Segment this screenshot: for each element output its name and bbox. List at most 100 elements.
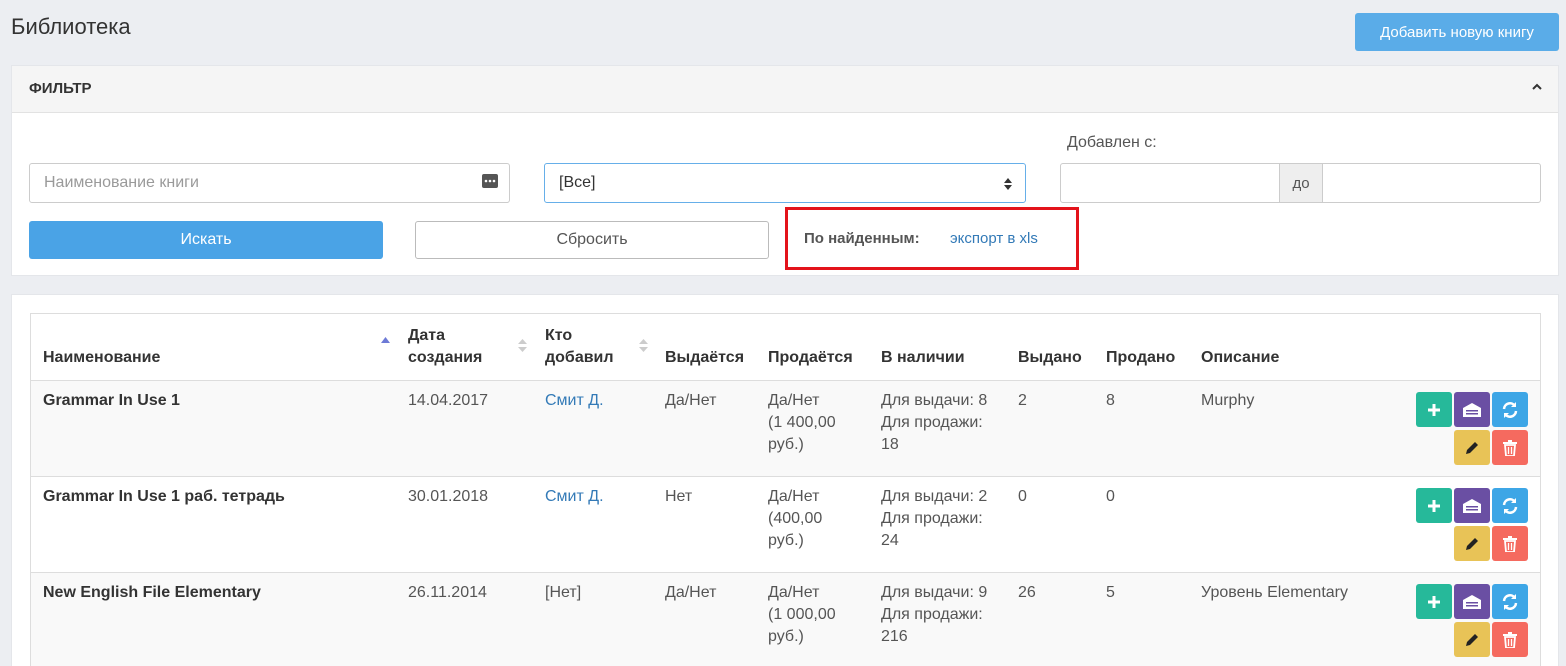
date-from-input[interactable]: [1060, 163, 1280, 203]
table-row: New English File Elementary 26.11.2014 […: [31, 573, 1540, 666]
export-highlight-box: По найденным: экспорт в xls: [785, 207, 1079, 270]
trash-icon: [1503, 535, 1517, 552]
archive-icon: [1463, 594, 1481, 609]
filter-header[interactable]: ФИЛЬТР: [12, 66, 1558, 113]
cell-sold-flag-line1: Да/Нет: [768, 488, 820, 505]
delete-button[interactable]: [1492, 622, 1528, 657]
cell-in-stock-line3: 24: [881, 532, 899, 549]
cell-added-by-link[interactable]: Смит Д.: [545, 486, 604, 508]
plus-icon: [1428, 499, 1440, 512]
refresh-button[interactable]: [1492, 392, 1528, 427]
refresh-icon: [1502, 497, 1518, 514]
col-description: Описание: [1201, 349, 1280, 366]
cell-in-stock: Для выдачи: 2 Для продажи: 24: [881, 486, 987, 552]
add-copy-button[interactable]: [1416, 392, 1452, 427]
refresh-icon: [1502, 401, 1518, 418]
plus-icon: [1428, 403, 1440, 416]
refresh-icon: [1502, 593, 1518, 610]
export-label: По найденным:: [804, 230, 920, 247]
refresh-button[interactable]: [1492, 488, 1528, 523]
add-copy-button[interactable]: [1416, 584, 1452, 619]
date-to-input[interactable]: [1322, 163, 1541, 203]
archive-button[interactable]: [1454, 392, 1490, 427]
pencil-icon: [1466, 537, 1478, 550]
book-name-input[interactable]: [29, 163, 510, 203]
cell-sold: 8: [1106, 392, 1115, 409]
cell-sold-flag-line3: руб.): [768, 628, 804, 645]
cell-description: Уровень Elementary: [1201, 584, 1348, 601]
edit-button[interactable]: [1454, 430, 1490, 465]
refresh-button[interactable]: [1492, 584, 1528, 619]
cell-sold-flag: Да/Нет (400,00 руб.): [768, 486, 822, 552]
search-button[interactable]: Искать: [29, 221, 383, 259]
sort-both-icon[interactable]: [639, 338, 648, 353]
cell-date: 26.11.2014: [408, 584, 487, 601]
col-issued-flag: Выдаётся: [665, 349, 745, 366]
add-copy-button[interactable]: [1416, 488, 1452, 523]
col-date-line2: создания: [408, 349, 483, 366]
date-separator: до: [1279, 163, 1323, 203]
cell-description: Murphy: [1201, 392, 1255, 409]
category-select[interactable]: [Все]: [544, 163, 1026, 203]
cell-sold-flag-line3: руб.): [768, 532, 804, 549]
cell-in-stock-line3: 216: [881, 628, 908, 645]
sort-arrows-icon: [1004, 178, 1012, 190]
cell-date: 14.04.2017: [408, 392, 489, 409]
cell-sold-flag-line2: (400,00: [768, 510, 823, 527]
cell-added-by: [Нет]: [545, 584, 582, 601]
cell-sold-flag-line3: руб.): [768, 436, 804, 453]
col-sold: Продано: [1106, 349, 1176, 366]
cell-name: New English File Elementary: [43, 584, 261, 601]
table-row: Grammar In Use 1 раб. тетрадь 30.01.2018…: [31, 477, 1540, 573]
sort-asc-icon[interactable]: [381, 336, 390, 351]
col-added-by[interactable]: Кто добавил: [545, 325, 614, 369]
col-date-line1: Дата: [408, 327, 446, 344]
cell-sold-flag-line2: (1 400,00: [768, 414, 836, 431]
edit-button[interactable]: [1454, 622, 1490, 657]
cell-in-stock-line2: Для продажи:: [881, 414, 983, 431]
sort-both-icon[interactable]: [518, 338, 527, 353]
cell-added-by-link[interactable]: Смит Д.: [545, 390, 604, 412]
col-added-by-line1: Кто: [545, 327, 573, 344]
delete-button[interactable]: [1492, 430, 1528, 465]
cell-sold-flag: Да/Нет (1 000,00 руб.): [768, 582, 836, 648]
page-title: Библиотека: [11, 14, 131, 39]
add-book-button[interactable]: Добавить новую книгу: [1355, 13, 1559, 51]
cell-sold: 5: [1106, 584, 1115, 601]
delete-button[interactable]: [1492, 526, 1528, 561]
category-select-value: [Все]: [559, 174, 596, 191]
cell-sold: 0: [1106, 488, 1115, 505]
plus-icon: [1428, 595, 1440, 608]
chevron-up-icon[interactable]: [1530, 80, 1544, 94]
col-in-stock: В наличии: [881, 349, 965, 366]
pencil-icon: [1466, 633, 1478, 646]
cell-issued-flag: Да/Нет: [665, 584, 717, 601]
col-name[interactable]: Наименование: [43, 347, 160, 369]
col-issued: Выдано: [1018, 349, 1082, 366]
cell-issued: 0: [1018, 488, 1027, 505]
archive-button[interactable]: [1454, 584, 1490, 619]
cell-in-stock-line1: Для выдачи: 9: [881, 584, 988, 601]
cell-in-stock-line1: Для выдачи: 2: [881, 488, 988, 505]
cell-issued: 2: [1018, 392, 1027, 409]
reset-button[interactable]: Сбросить: [415, 221, 769, 259]
cell-issued-flag: Нет: [665, 488, 693, 505]
date-added-label: Добавлен с:: [1067, 134, 1157, 151]
export-xls-link[interactable]: экспорт в xls: [950, 230, 1038, 247]
archive-icon: [1463, 402, 1481, 417]
edit-button[interactable]: [1454, 526, 1490, 561]
filter-panel: ФИЛЬТР [Все] Добавлен с: до Искать Сброс…: [11, 65, 1559, 276]
cell-in-stock: Для выдачи: 9 Для продажи: 216: [881, 582, 987, 648]
archive-button[interactable]: [1454, 488, 1490, 523]
cell-date: 30.01.2018: [408, 488, 489, 505]
trash-icon: [1503, 631, 1517, 648]
books-table: Наименование Дата создания Кто добавил В…: [30, 313, 1541, 666]
cell-in-stock: Для выдачи: 8 Для продажи: 18: [881, 390, 987, 456]
cell-name: Grammar In Use 1: [43, 392, 180, 409]
dots-icon: [482, 174, 498, 188]
col-date[interactable]: Дата создания: [408, 325, 482, 369]
table-header: Наименование Дата создания Кто добавил В…: [31, 314, 1540, 381]
cell-sold-flag: Да/Нет (1 400,00 руб.): [768, 390, 836, 456]
filter-title: ФИЛЬТР: [29, 80, 92, 97]
cell-name: Grammar In Use 1 раб. тетрадь: [43, 488, 285, 505]
